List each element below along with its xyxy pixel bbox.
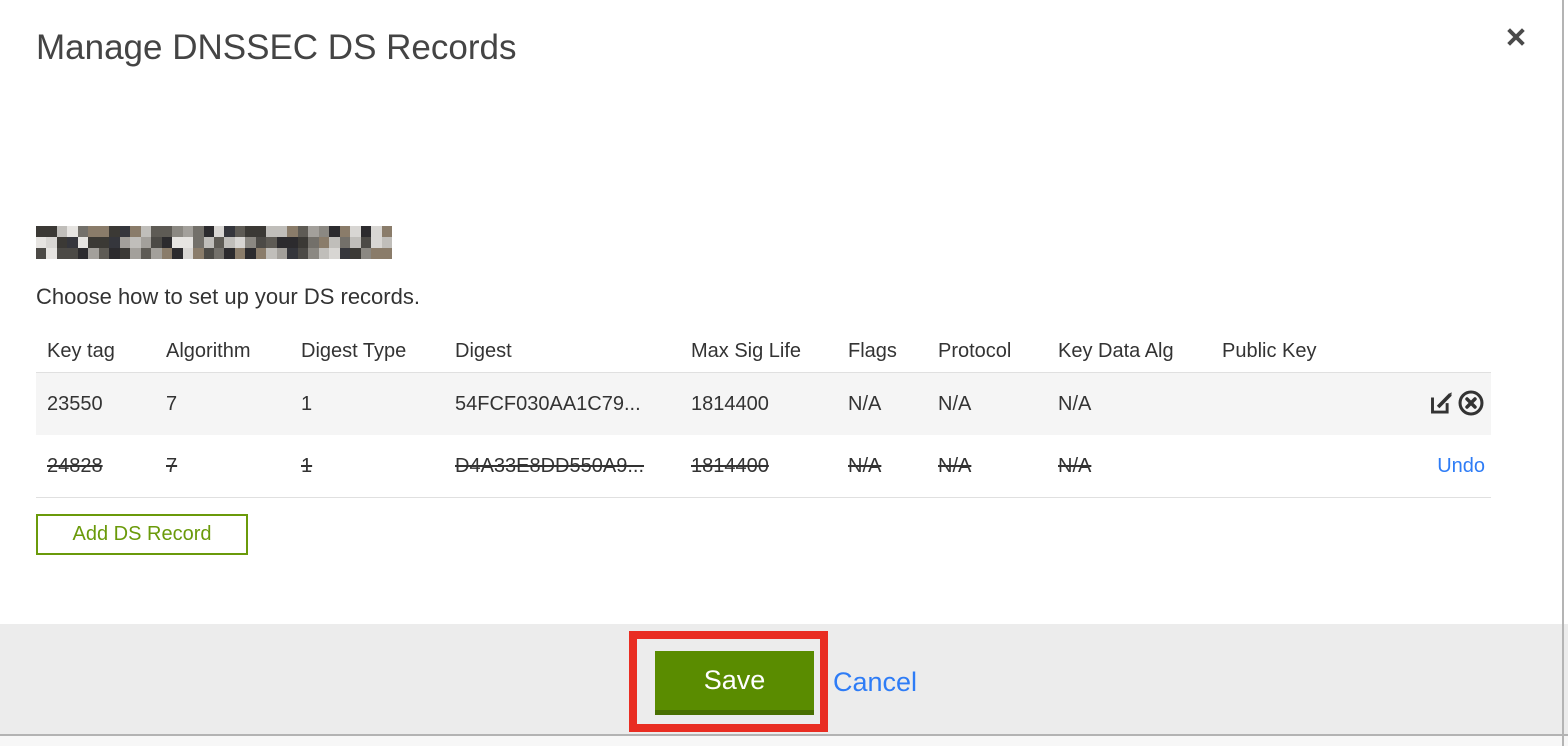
algorithm-value: 7 xyxy=(166,454,178,477)
add-ds-record-button[interactable]: Add DS Record xyxy=(36,514,248,555)
col-header-public-key: Public Key xyxy=(1222,339,1317,362)
col-header-algorithm: Algorithm xyxy=(166,339,251,362)
col-header-digest-type: Digest Type xyxy=(301,339,407,362)
delete-record-button[interactable] xyxy=(1457,390,1485,418)
protocol-value: N/A xyxy=(938,454,972,477)
modal-right-border xyxy=(1562,0,1564,746)
undo-link[interactable]: Undo xyxy=(1437,455,1485,478)
row-actions: Undo xyxy=(1372,455,1491,478)
edit-record-button[interactable] xyxy=(1427,390,1455,418)
flags-value: N/A xyxy=(848,392,882,415)
col-header-max-sig-life: Max Sig Life xyxy=(691,339,802,362)
table-row: 23550 7 1 54FCF030AA1C79... 1814400 N/A … xyxy=(36,373,1491,435)
close-button[interactable] xyxy=(1498,20,1534,56)
col-header-protocol: Protocol xyxy=(938,339,1012,362)
row-actions xyxy=(1372,390,1491,418)
save-button[interactable]: Save xyxy=(655,651,814,715)
table-row: 24828 7 1 D4A33E8DD550A9... 1814400 N/A … xyxy=(36,435,1491,498)
algorithm-value: 7 xyxy=(166,392,178,415)
protocol-value: N/A xyxy=(938,392,972,415)
remove-circle-icon xyxy=(1457,390,1485,418)
cancel-link[interactable]: Cancel xyxy=(833,667,917,698)
key-tag-value: 24828 xyxy=(47,454,103,477)
key-data-alg-value: N/A xyxy=(1058,454,1092,477)
col-header-key-tag: Key tag xyxy=(47,339,115,362)
ds-records-table: Key tag Algorithm Digest Type Digest Max… xyxy=(36,330,1491,498)
bottom-strip xyxy=(0,736,1568,746)
table-header-row: Key tag Algorithm Digest Type Digest Max… xyxy=(36,330,1491,373)
setup-instruction-text: Choose how to set up your DS records. xyxy=(36,284,420,309)
col-header-key-data-alg: Key Data Alg xyxy=(1058,339,1174,362)
max-sig-life-value: 1814400 xyxy=(691,392,769,415)
digest-type-value: 1 xyxy=(301,392,313,415)
close-icon xyxy=(1503,27,1529,53)
max-sig-life-value: 1814400 xyxy=(691,454,769,477)
digest-type-value: 1 xyxy=(301,454,313,477)
digest-value: D4A33E8DD550A9... xyxy=(455,454,645,477)
page-title: Manage DNSSEC DS Records xyxy=(36,28,517,67)
key-data-alg-value: N/A xyxy=(1058,392,1092,415)
edit-icon xyxy=(1428,390,1455,418)
col-header-digest: Digest xyxy=(455,339,512,362)
redacted-domain xyxy=(36,226,392,259)
manage-dnssec-modal: Manage DNSSEC DS Records Choose how to s… xyxy=(0,0,1568,746)
digest-value: 54FCF030AA1C79... xyxy=(455,392,641,415)
flags-value: N/A xyxy=(848,454,882,477)
key-tag-value: 23550 xyxy=(47,392,103,415)
col-header-flags: Flags xyxy=(848,339,897,362)
